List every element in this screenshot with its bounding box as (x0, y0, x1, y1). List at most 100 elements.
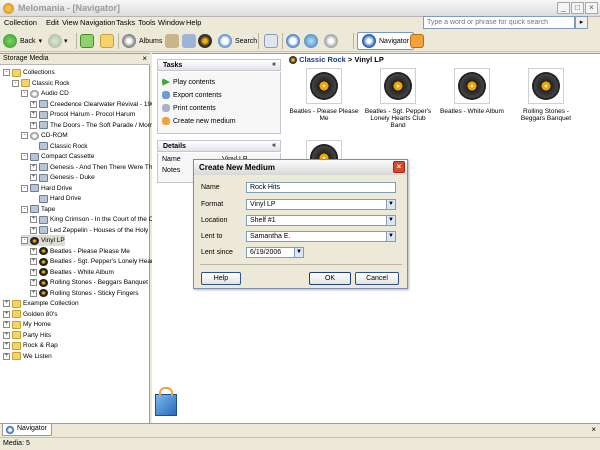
collapse-icon[interactable]: - (21, 90, 28, 97)
back-button[interactable]: Back ▾ (3, 32, 42, 50)
tree-item[interactable]: + The Doors - The Soft Parade / Morri (30, 120, 154, 131)
expand-icon[interactable]: + (30, 100, 37, 108)
tree-item[interactable]: + Beatles - Sgt. Pepper's Lonely Heart (30, 256, 155, 267)
print-button[interactable] (264, 32, 278, 50)
close-panel-icon[interactable]: × (142, 54, 147, 63)
expand-icon[interactable]: + (30, 268, 37, 276)
tree-item[interactable]: + Led Zeppelin - Houses of the Holy (30, 225, 148, 236)
collapse-icon[interactable]: - (21, 184, 28, 192)
expand-icon[interactable]: + (30, 258, 37, 265)
forward-button[interactable]: ▾ (48, 32, 68, 50)
breadcrumb-root[interactable]: Classic Rock (299, 55, 346, 64)
expand-icon[interactable]: + (3, 321, 10, 328)
collapse-icon[interactable]: - (12, 79, 19, 87)
album-tile[interactable]: Beatles - Sgt. Pepper's Lonely Hearts Cl… (363, 68, 433, 129)
expand-icon[interactable]: + (30, 247, 37, 255)
chevron-down-icon[interactable]: ▼ (386, 216, 395, 225)
tree-item[interactable]: + Genesis - Duke (30, 172, 95, 183)
cd-button[interactable] (324, 32, 338, 50)
menu-view[interactable]: View (62, 18, 78, 27)
zoom-button[interactable] (286, 32, 300, 50)
expand-icon[interactable]: + (30, 289, 37, 297)
task-create-new-medium[interactable]: Create new medium (162, 117, 236, 125)
expand-icon[interactable]: + (30, 279, 37, 286)
tree-item[interactable]: - Vinyl LP (21, 235, 65, 246)
chevron-down-icon[interactable]: ▼ (386, 232, 395, 241)
tasks-header[interactable]: Tasks « (157, 59, 281, 71)
refresh-button[interactable] (80, 32, 94, 50)
chevron-down-icon[interactable]: ▼ (294, 248, 303, 257)
expand-icon[interactable]: + (30, 111, 37, 118)
menu-window[interactable]: Window (158, 18, 185, 27)
expand-icon[interactable]: + (3, 300, 10, 307)
tree-item[interactable]: - Audio CD (21, 88, 69, 99)
album-tile[interactable]: Beatles - White Album (437, 68, 507, 115)
cancel-button[interactable]: Cancel (355, 272, 399, 285)
expand-icon[interactable]: + (30, 174, 37, 181)
close-tab-icon[interactable]: × (591, 425, 596, 434)
navigator-button[interactable]: Navigator (357, 32, 414, 50)
menu-edit[interactable]: Edit (46, 18, 59, 27)
up-button[interactable] (100, 32, 114, 50)
expand-icon[interactable]: + (30, 226, 37, 234)
tree-item[interactable]: - CD-ROM (21, 130, 68, 141)
tree-item[interactable]: + Golden 80's (3, 309, 58, 320)
lent-since-date-picker[interactable]: 6/19/2006 ▼ (246, 247, 304, 258)
collection-box-button[interactable] (410, 32, 424, 50)
tree-item[interactable]: + Creedence Clearwater Revival - 196 (30, 99, 155, 110)
menu-navigation[interactable]: Navigation (80, 18, 115, 27)
task-play-contents[interactable]: Play contents (162, 78, 215, 86)
tree-item[interactable]: + My Home (3, 319, 51, 330)
expand-icon[interactable]: + (30, 216, 37, 223)
chevron-down-icon[interactable]: ▼ (386, 200, 395, 209)
globe-button[interactable] (304, 32, 318, 50)
ok-button[interactable]: OK (309, 272, 351, 285)
tree-item[interactable]: - Compact Cassette (21, 151, 94, 162)
tree-item[interactable]: + We Listen (3, 351, 52, 362)
lent-to-select[interactable]: Samantha E. ▼ (246, 231, 396, 242)
tree-item[interactable]: - Collections (3, 67, 55, 78)
artists-button[interactable] (165, 32, 179, 50)
album-tile[interactable]: Beatles - Please Please Me (289, 68, 359, 122)
tab-navigator[interactable]: Navigator (2, 424, 52, 436)
expand-icon[interactable]: + (30, 121, 37, 129)
format-select[interactable]: Vinyl LP ▼ (246, 199, 396, 210)
menu-help[interactable]: Help (186, 18, 201, 27)
genres-button[interactable] (182, 32, 196, 50)
menu-tasks[interactable]: Tasks (116, 18, 135, 27)
player-button[interactable] (198, 32, 212, 50)
albums-button[interactable]: Albums (122, 32, 162, 50)
album-tile[interactable]: Rolling Stones - Beggars Banquet (511, 68, 581, 122)
minimize-button[interactable]: _ (557, 2, 570, 14)
collapse-icon[interactable]: - (21, 237, 28, 244)
maximize-button[interactable]: □ (571, 2, 584, 14)
quick-search-go-icon[interactable]: ▸ (575, 16, 588, 29)
collapse-icon[interactable]: - (21, 153, 28, 160)
tree-item[interactable]: - Tape (21, 204, 55, 215)
tree-item[interactable]: + Rolling Stones - Sticky Fingers (30, 288, 139, 299)
close-window-button[interactable]: × (585, 2, 598, 14)
tree-item[interactable]: Hard Drive (30, 193, 81, 204)
expand-icon[interactable]: + (3, 342, 10, 349)
expand-icon[interactable]: + (3, 352, 10, 360)
tree-item[interactable]: Classic Rock (30, 141, 88, 152)
search-button[interactable]: Search (218, 32, 257, 50)
collapse-icon[interactable]: - (21, 132, 28, 139)
task-print-contents[interactable]: Print contents (162, 104, 216, 112)
tree-item[interactable]: - Hard Drive (21, 183, 72, 194)
tree-item[interactable]: + Rock & Rap (3, 340, 58, 351)
tree-item[interactable]: - Classic Rock (12, 78, 70, 89)
tree-item[interactable]: + King Crimson - In the Court of the C (30, 214, 153, 225)
expand-icon[interactable]: + (30, 163, 37, 171)
details-header[interactable]: Details « (157, 140, 281, 152)
collapse-icon[interactable]: - (3, 69, 10, 76)
tree-item[interactable]: + Party Hits (3, 330, 51, 341)
tree-item[interactable]: + Procol Harum - Procol Harum (30, 109, 135, 120)
expand-icon[interactable]: + (3, 331, 10, 339)
menu-collection[interactable]: Collection (4, 18, 37, 27)
expand-icon[interactable]: + (3, 310, 10, 318)
menu-tools[interactable]: Tools (138, 18, 156, 27)
help-button[interactable]: Help (201, 272, 241, 285)
location-select[interactable]: Shelf #1 ▼ (246, 215, 396, 226)
task-export-contents[interactable]: Export contents (162, 91, 222, 99)
